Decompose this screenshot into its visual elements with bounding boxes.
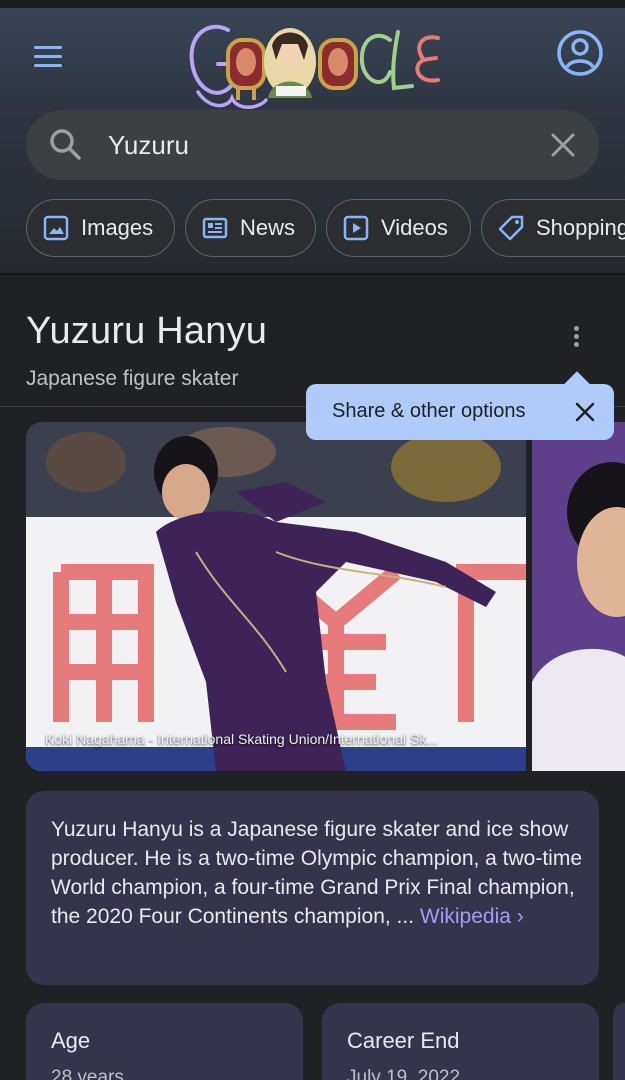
fact-label: Career End xyxy=(347,1028,460,1053)
entity-image-second[interactable] xyxy=(532,422,625,771)
chip-videos[interactable]: Videos xyxy=(326,199,471,257)
entity-title: Yuzuru Hanyu xyxy=(26,310,268,352)
chip-label: News xyxy=(240,215,296,240)
play-icon xyxy=(343,215,369,241)
fact-card-career-end[interactable]: Career End July 19, 2022 xyxy=(322,1003,599,1080)
fact-label: Age xyxy=(51,1028,91,1053)
search-icon[interactable] xyxy=(48,127,84,163)
fact-value: 28 years xyxy=(51,1067,124,1080)
tag-icon xyxy=(498,215,524,241)
search-input[interactable] xyxy=(108,130,508,161)
chip-label: Images xyxy=(81,215,154,240)
filter-chips: Images News Videos Shopping xyxy=(26,199,625,257)
wikipedia-link[interactable]: Wikipedia › xyxy=(420,905,524,928)
fact-card-next[interactable] xyxy=(613,1003,625,1080)
share-options-tooltip: Share & other options xyxy=(306,384,614,440)
description: Yuzuru Hanyu is a Japanese figure skater… xyxy=(51,815,586,931)
image-icon xyxy=(43,215,69,241)
image-credit: Koki Nagahama - International Skating Un… xyxy=(45,731,439,747)
menu-icon xyxy=(34,46,62,49)
chip-news[interactable]: News xyxy=(185,199,316,257)
fact-value: July 19, 2022 xyxy=(347,1067,461,1080)
search-header: Images News Videos xyxy=(0,0,625,275)
entity-subtitle: Japanese figure skater xyxy=(26,367,239,390)
chip-images[interactable]: Images xyxy=(26,199,175,257)
skater-photo xyxy=(26,422,526,771)
status-strip xyxy=(0,0,625,8)
search-results-page: { "header": { "doodle_alt": "Google", "s… xyxy=(0,0,625,1080)
chip-label: Shopping xyxy=(536,215,625,240)
description-card: Yuzuru Hanyu is a Japanese figure skater… xyxy=(26,791,599,985)
google-doodle-logo[interactable] xyxy=(180,12,445,112)
fact-card-age[interactable]: Age 28 years xyxy=(26,1003,303,1080)
portrait-photo xyxy=(532,422,625,771)
chip-label: Videos xyxy=(381,215,448,240)
clear-search-icon[interactable] xyxy=(546,128,580,162)
news-icon xyxy=(202,217,228,239)
more-options-icon[interactable] xyxy=(560,320,592,352)
chip-shopping[interactable]: Shopping xyxy=(481,199,625,257)
tooltip-text: Share & other options xyxy=(332,400,526,422)
search-bar[interactable] xyxy=(26,110,599,180)
close-icon[interactable] xyxy=(572,399,598,425)
account-icon[interactable] xyxy=(555,28,605,78)
entity-image-main[interactable]: Koki Nagahama - International Skating Un… xyxy=(26,422,526,771)
menu-button[interactable] xyxy=(28,38,68,74)
